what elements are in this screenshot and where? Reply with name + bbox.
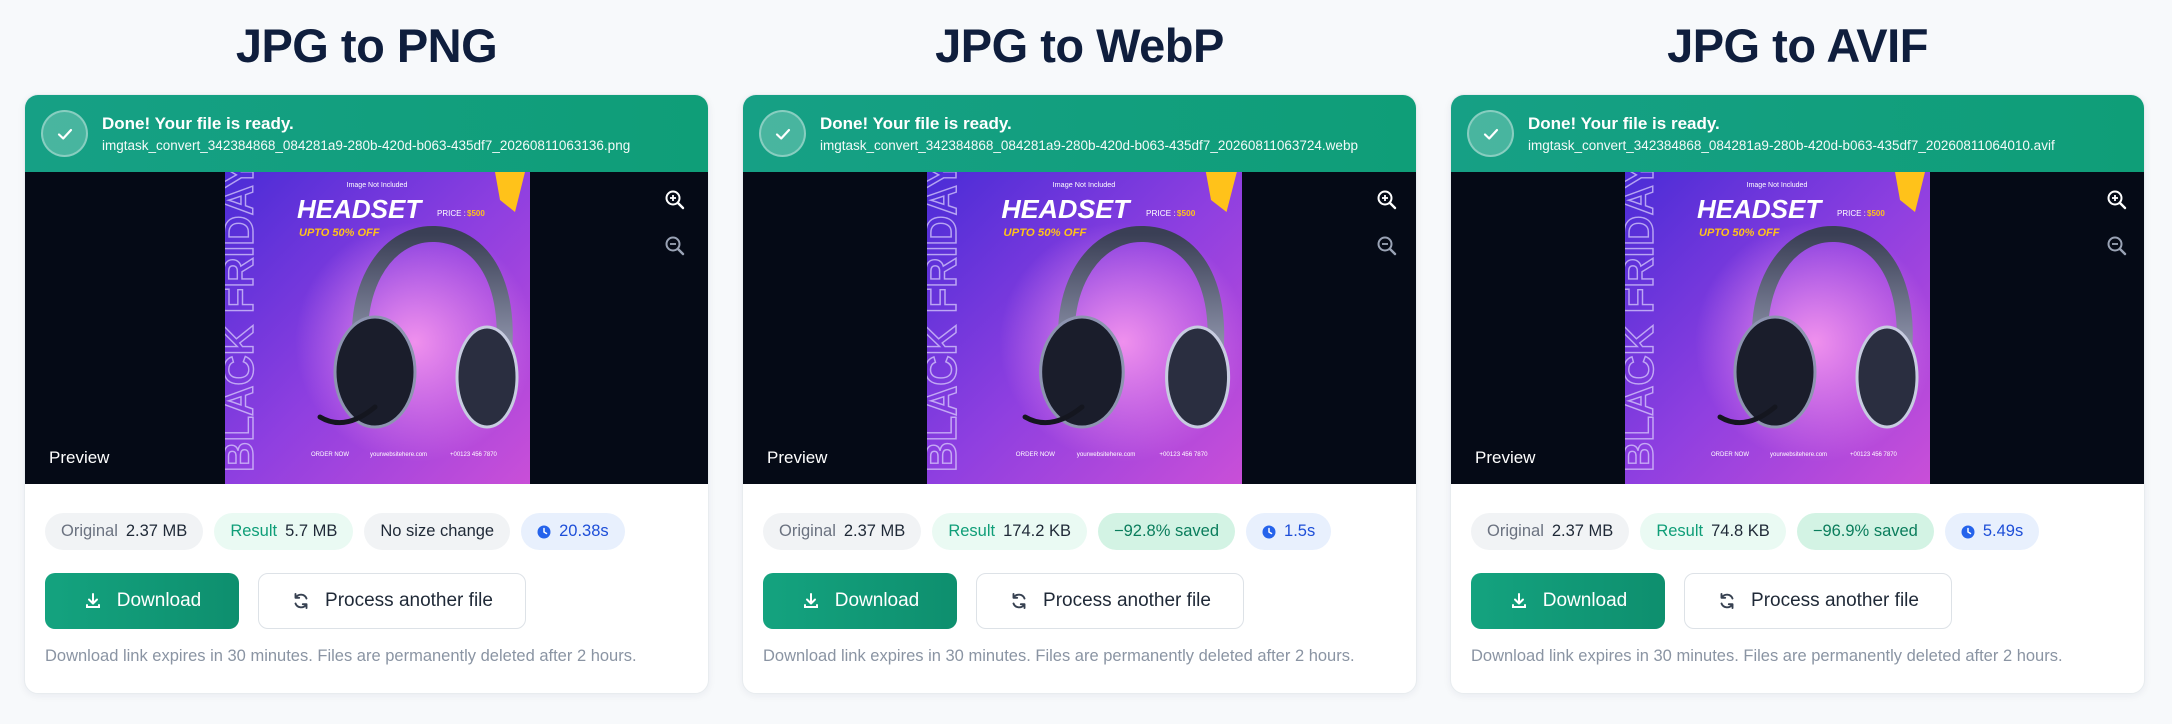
result-size-badge: Result 74.8 KB xyxy=(1640,513,1786,550)
poster-note: Image Not Included xyxy=(1053,181,1116,189)
poster-website: yourwebsitehere.com xyxy=(370,452,427,458)
savings-badge: −96.9% saved xyxy=(1796,513,1934,550)
check-icon xyxy=(759,110,806,157)
result-card: Done! Your file is ready. imgtask_conver… xyxy=(1450,94,2145,694)
success-banner: Done! Your file is ready. imgtask_conver… xyxy=(25,95,708,172)
image-preview: BLACK FRIDAY Image Not Included HEADSET … xyxy=(1451,172,2144,484)
panel-title: JPG to AVIF xyxy=(1667,19,1928,72)
output-filename: imgtask_convert_342384868_084281a9-280b-… xyxy=(1528,138,2055,153)
action-row: Download Process another file xyxy=(763,573,1244,629)
zoom-out-icon[interactable] xyxy=(661,232,689,260)
image-preview: BLACK FRIDAY Image Not Included HEADSET … xyxy=(25,172,708,484)
result-size-badge: Result 174.2 KB xyxy=(932,513,1087,550)
zoom-out-icon[interactable] xyxy=(2103,232,2131,260)
image-preview: BLACK FRIDAY Image Not Included HEADSET … xyxy=(743,172,1416,484)
zoom-in-icon[interactable] xyxy=(2103,186,2131,214)
poster-note: Image Not Included xyxy=(347,182,408,189)
stats-row: Original 2.37 MB Result 74.8 KB −96.9% sav… xyxy=(1471,513,2040,550)
download-button[interactable]: Download xyxy=(45,573,239,629)
download-icon xyxy=(1511,593,1526,608)
action-row: Download Process another file xyxy=(45,573,526,629)
poster-price-label: PRICE : xyxy=(1146,209,1176,218)
refresh-icon xyxy=(1012,593,1026,609)
poster-headline: HEADSET xyxy=(297,194,423,224)
result-size-badge: Result 5.7 MB xyxy=(214,513,354,550)
poster-cta: ORDER NOW xyxy=(311,452,349,458)
comparison-page: JPG to PNG Done! Your file is ready. img… xyxy=(0,0,2172,724)
clock-icon xyxy=(537,525,551,538)
zoom-in-icon[interactable] xyxy=(1373,186,1401,214)
result-card: Done! Your file is ready. imgtask_conver… xyxy=(24,94,709,694)
expiry-note: Download link expires in 30 minutes. Fil… xyxy=(1471,647,2063,665)
preview-label: Preview xyxy=(49,448,110,467)
poster-price-label: PRICE : xyxy=(437,209,466,218)
poster-discount: UPTO 50% OFF xyxy=(299,227,380,239)
check-icon xyxy=(41,110,88,157)
panel-title: JPG to PNG xyxy=(235,19,498,72)
poster-note: Image Not Included xyxy=(1747,182,1808,189)
size-change-badge: No size change xyxy=(364,513,511,550)
success-banner: Done! Your file is ready. imgtask_conver… xyxy=(1451,95,2144,172)
time-badge: 5.49s xyxy=(1944,513,2040,550)
zoom-in-icon[interactable] xyxy=(661,186,689,214)
poster-price: $500 xyxy=(1177,209,1196,218)
poster-website: yourwebsitehere.com xyxy=(1077,451,1136,458)
expiry-note: Download link expires in 30 minutes. Fil… xyxy=(45,647,637,665)
poster-cta: ORDER NOW xyxy=(1016,451,1055,458)
poster-price-label: PRICE : xyxy=(1837,209,1866,218)
output-filename: imgtask_convert_342384868_084281a9-280b-… xyxy=(820,138,1358,153)
poster-price: $500 xyxy=(467,209,485,218)
status-message: Done! Your file is ready. xyxy=(820,114,1012,133)
poster-vertical-text: BLACK FRIDAY xyxy=(225,172,262,472)
success-banner: Done! Your file is ready. imgtask_conver… xyxy=(743,95,1416,172)
preview-image: BLACK FRIDAY Image Not Included HEADSET … xyxy=(1625,172,1930,484)
poster-discount: UPTO 50% OFF xyxy=(1003,227,1087,239)
download-button[interactable]: Download xyxy=(1471,573,1665,629)
preview-image: BLACK FRIDAY Image Not Included HEADSET … xyxy=(225,172,530,484)
poster-vertical-text: BLACK FRIDAY xyxy=(1625,172,1662,472)
poster-website: yourwebsitehere.com xyxy=(1770,452,1827,458)
time-badge: 1.5s xyxy=(1246,513,1332,550)
time-badge: 20.38s xyxy=(521,513,625,550)
original-size-badge: Original 2.37 MB xyxy=(45,513,204,550)
poster-price: $500 xyxy=(1867,209,1885,218)
savings-badge: −92.8% saved xyxy=(1097,513,1236,550)
poster-headline: HEADSET xyxy=(1697,194,1823,224)
preview-image: BLACK FRIDAY Image Not Included HEADSET … xyxy=(927,172,1242,484)
original-size-badge: Original 2.37 MB xyxy=(1471,513,1630,550)
expiry-note: Download link expires in 30 minutes. Fil… xyxy=(763,647,1355,665)
process-another-button[interactable]: Process another file xyxy=(1684,573,1952,629)
poster-phone: +00123 456 7870 xyxy=(1850,452,1898,458)
action-row: Download Process another file xyxy=(1471,573,1952,629)
download-button[interactable]: Download xyxy=(763,573,957,629)
stats-row: Original 2.37 MB Result 5.7 MB No size cha… xyxy=(45,513,625,550)
check-icon xyxy=(1467,110,1514,157)
download-icon xyxy=(803,593,818,608)
download-icon xyxy=(85,593,100,608)
poster-discount: UPTO 50% OFF xyxy=(1699,227,1780,239)
output-filename: imgtask_convert_342384868_084281a9-280b-… xyxy=(102,138,631,153)
original-size-badge: Original 2.37 MB xyxy=(763,513,922,550)
poster-phone: +00123 456 7870 xyxy=(450,452,498,458)
refresh-icon xyxy=(1720,593,1734,609)
result-card: Done! Your file is ready. imgtask_conver… xyxy=(742,94,1417,694)
process-another-button[interactable]: Process another file xyxy=(976,573,1244,629)
process-another-button[interactable]: Process another file xyxy=(258,573,526,629)
poster-headline: HEADSET xyxy=(1001,194,1131,224)
zoom-out-icon[interactable] xyxy=(1373,232,1401,260)
clock-icon xyxy=(1961,525,1975,538)
panel-title: JPG to WebP xyxy=(935,19,1224,72)
preview-label: Preview xyxy=(767,448,828,467)
poster-cta: ORDER NOW xyxy=(1711,452,1749,458)
poster-phone: +00123 456 7870 xyxy=(1159,451,1208,458)
preview-label: Preview xyxy=(1475,448,1536,467)
stats-row: Original 2.37 MB Result 174.2 KB −92.8% sa… xyxy=(763,513,1332,550)
clock-icon xyxy=(1262,525,1276,538)
status-message: Done! Your file is ready. xyxy=(102,114,294,133)
poster-vertical-text: BLACK FRIDAY xyxy=(927,172,966,472)
status-message: Done! Your file is ready. xyxy=(1528,114,1720,133)
refresh-icon xyxy=(294,593,308,609)
